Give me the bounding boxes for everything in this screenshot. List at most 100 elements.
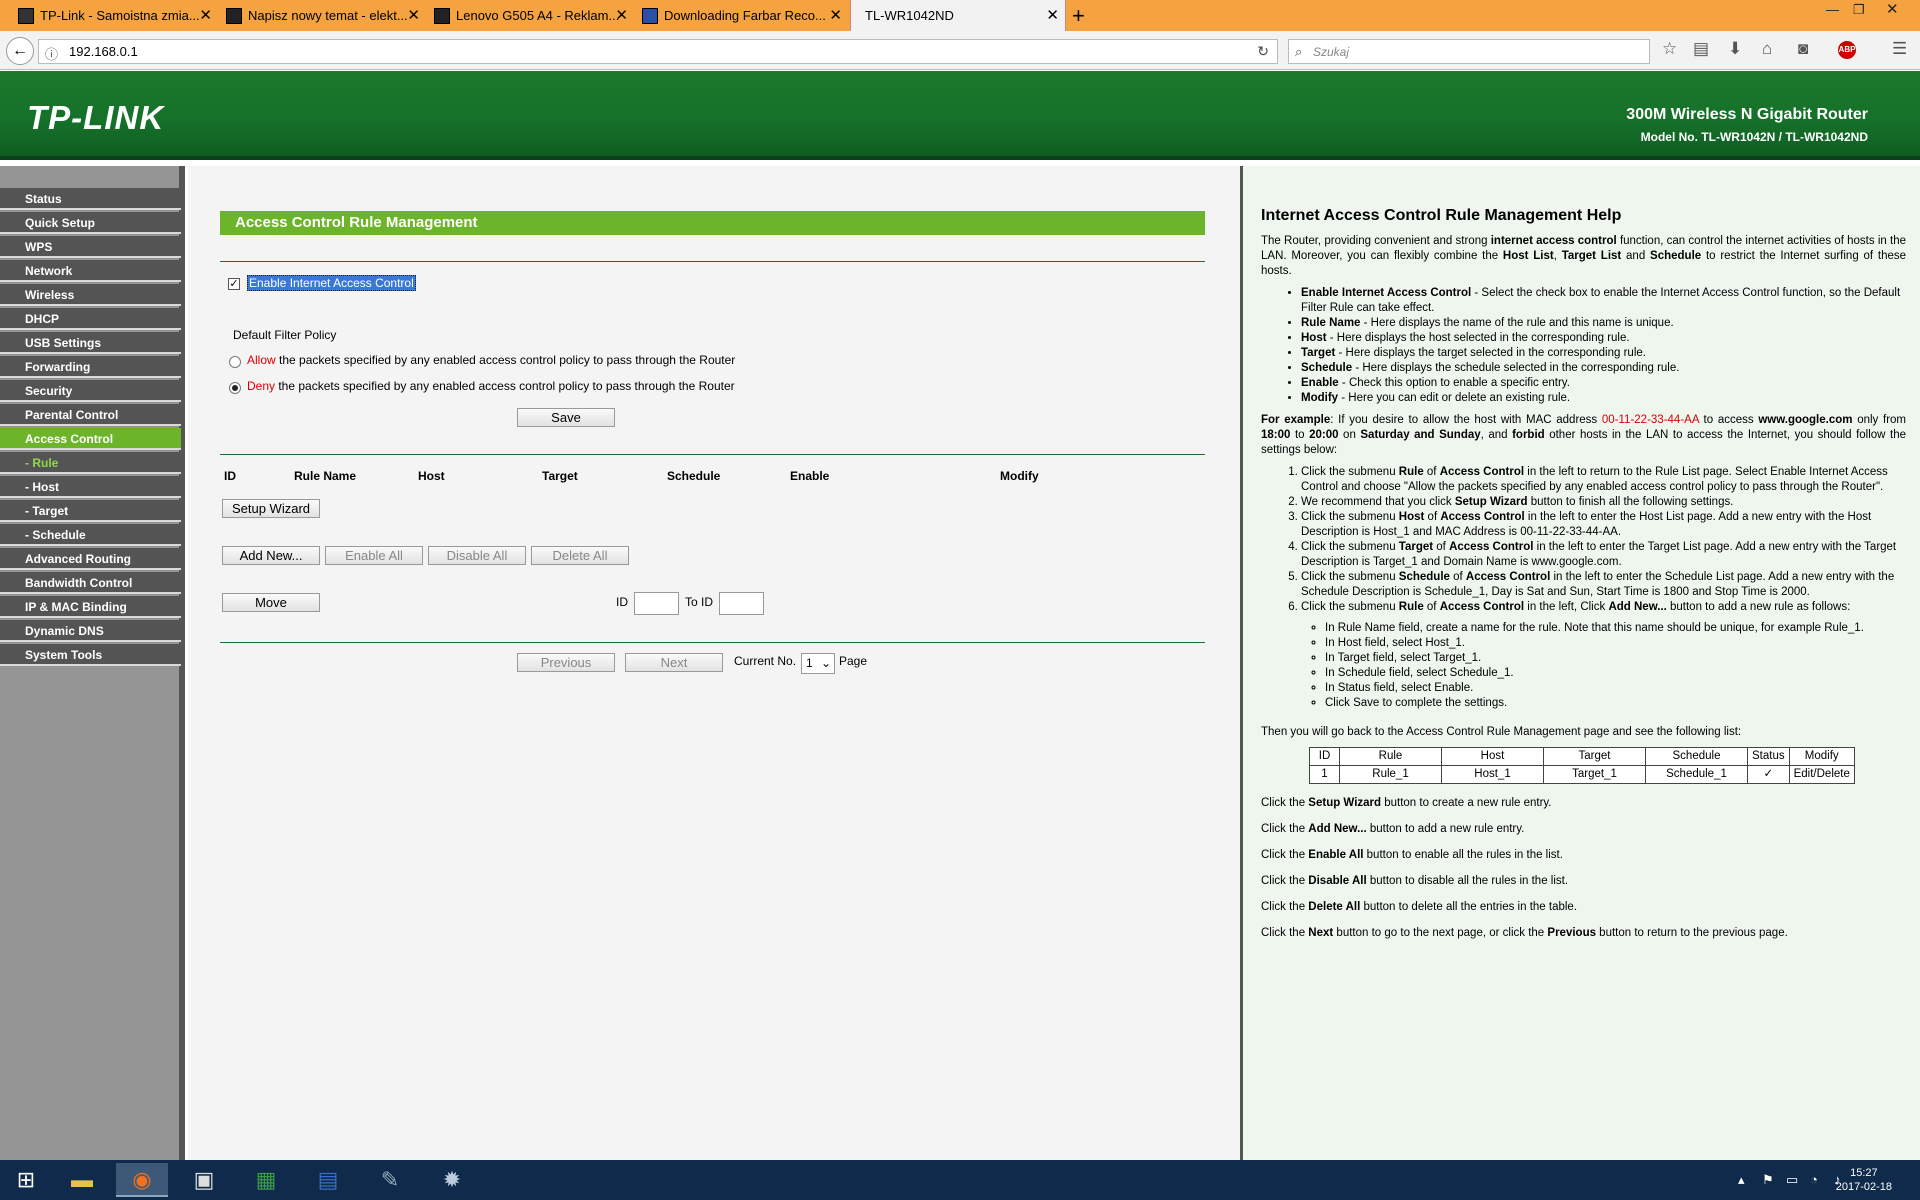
sidebar-item-dhcp[interactable]: DHCP <box>0 308 181 330</box>
pocket-icon[interactable]: ◙ <box>1798 39 1808 59</box>
url-bar[interactable]: ⓘ 192.168.0.1 ↻ <box>38 39 1278 64</box>
disable-all-button[interactable]: Disable All <box>428 546 526 565</box>
adblock-icon[interactable]: ABP <box>1838 41 1856 59</box>
enable-all-button[interactable]: Enable All <box>325 546 423 565</box>
minimize-icon[interactable]: — <box>1826 0 1839 20</box>
save-button[interactable]: Save <box>517 408 615 427</box>
url-text[interactable]: 192.168.0.1 <box>69 44 138 59</box>
enable-access-control-checkbox[interactable]: ✓ <box>228 278 240 290</box>
taskbar-clock[interactable]: 15:27 2017-02-18 <box>1836 1166 1892 1194</box>
move-id-input[interactable] <box>634 592 679 615</box>
add-new-button[interactable]: Add New... <box>222 546 320 565</box>
paint-icon[interactable]: ✎ <box>364 1163 416 1197</box>
sidebar-subitem-schedule[interactable]: - Schedule <box>0 524 181 546</box>
help-steps: Click the submenu Rule of Access Control… <box>1301 465 1906 711</box>
bug-tool-icon[interactable]: ✹ <box>426 1163 478 1197</box>
deny-text: the packets specified by any enabled acc… <box>275 379 735 393</box>
back-button[interactable]: ← <box>6 37 34 65</box>
sidebar-item-forwarding[interactable]: Forwarding <box>0 356 181 378</box>
table-header: Modify <box>1788 747 1855 766</box>
sidebar-subitem-target[interactable]: - Target <box>0 500 181 522</box>
info-icon[interactable]: ⓘ <box>45 44 58 63</box>
table-cell: Rule_1 <box>1339 765 1442 784</box>
wifi-icon[interactable]: ◔ <box>1810 1172 1818 1187</box>
next-button[interactable]: Next <box>625 653 723 672</box>
menu-icon[interactable]: ☰ <box>1892 39 1907 59</box>
close-window-icon[interactable]: ✕ <box>1886 0 1899 20</box>
new-tab-button[interactable]: + <box>1072 0 1085 31</box>
sidebar-item-system-tools[interactable]: System Tools <box>0 644 181 666</box>
list-item: Enable Internet Access Control - Select … <box>1301 286 1906 316</box>
start-windows-icon[interactable]: ⊞ <box>0 1163 52 1197</box>
table-header: Host <box>1441 747 1544 766</box>
setup-wizard-button[interactable]: Setup Wizard <box>222 499 320 518</box>
reading-list-icon[interactable]: ▤ <box>1693 39 1709 59</box>
browser-tab[interactable]: Downloading Farbar Reco... ✕ <box>634 0 848 31</box>
table-header: Status <box>1747 747 1790 766</box>
col-target: Target <box>542 469 578 483</box>
search-input[interactable]: ⌕ Szukaj <box>1288 39 1650 64</box>
browser-tab[interactable]: Lenovo G505 A4 - Reklam... ✕ <box>426 0 634 31</box>
id-label: ID <box>616 595 628 609</box>
help-line: Click the Delete All button to delete al… <box>1261 901 1578 913</box>
table-header-row: ID Rule Host Target Schedule Status Modi… <box>1309 747 1855 766</box>
firefox-icon[interactable]: ◉ <box>116 1163 168 1197</box>
close-tab-icon[interactable]: ✕ <box>199 0 212 31</box>
close-tab-icon[interactable]: ✕ <box>1046 0 1059 31</box>
page-select[interactable]: 1 ⌄ <box>801 653 835 674</box>
list-item: Click Save to complete the settings. <box>1325 696 1906 711</box>
move-button[interactable]: Move <box>222 593 320 612</box>
tplink-logo: TP-LINK <box>27 99 165 136</box>
tab-title: Downloading Farbar Reco... <box>664 8 826 23</box>
image-viewer-icon[interactable]: ▣ <box>178 1163 230 1197</box>
file-explorer-icon[interactable]: ▬ <box>56 1163 108 1197</box>
router-sidebar: Status Quick Setup WPS Network Wireless … <box>0 166 185 1160</box>
word-icon[interactable]: ▤ <box>302 1163 354 1197</box>
close-tab-icon[interactable]: ✕ <box>829 0 842 31</box>
sidebar-item-security[interactable]: Security <box>0 380 181 402</box>
sidebar-item-parental-control[interactable]: Parental Control <box>0 404 181 426</box>
sidebar-item-access-control[interactable]: Access Control <box>0 428 181 450</box>
sidebar-item-wireless[interactable]: Wireless <box>0 284 181 306</box>
download-icon[interactable]: ⬇ <box>1728 39 1742 59</box>
sidebar-item-network[interactable]: Network <box>0 260 181 282</box>
sidebar-item-status[interactable]: Status <box>0 188 181 210</box>
move-to-id-input[interactable] <box>719 592 764 615</box>
excel-icon[interactable]: ▦ <box>240 1163 292 1197</box>
search-icon: ⌕ <box>1295 44 1303 59</box>
action-center-icon[interactable]: ⚑ <box>1762 1172 1774 1188</box>
sidebar-item-ip-mac-binding[interactable]: IP & MAC Binding <box>0 596 181 618</box>
search-placeholder: Szukaj <box>1313 45 1350 59</box>
sidebar-item-wps[interactable]: WPS <box>0 236 181 258</box>
reload-icon[interactable]: ↻ <box>1257 43 1269 60</box>
previous-button[interactable]: Previous <box>517 653 615 672</box>
bookmark-star-icon[interactable]: ☆ <box>1662 39 1677 59</box>
list-item: Click the submenu Rule of Access Control… <box>1301 600 1906 711</box>
sidebar-item-dynamic-dns[interactable]: Dynamic DNS <box>0 620 181 642</box>
elektroda-favicon-icon <box>226 8 242 24</box>
browser-tab[interactable]: Napisz nowy temat - elekt... ✕ <box>218 0 426 31</box>
col-schedule: Schedule <box>667 469 721 483</box>
sidebar-item-advanced-routing[interactable]: Advanced Routing <box>0 548 181 570</box>
battery-icon[interactable]: ▭ <box>1786 1172 1798 1188</box>
close-tab-icon[interactable]: ✕ <box>615 0 628 31</box>
router-header: TP-LINK 300M Wireless N Gigabit Router M… <box>0 71 1920 160</box>
browser-tab-active[interactable]: TL-WR1042ND ✕ <box>850 0 1066 31</box>
close-tab-icon[interactable]: ✕ <box>407 0 420 31</box>
list-item: In Target field, select Target_1. <box>1325 651 1906 666</box>
delete-all-button[interactable]: Delete All <box>531 546 629 565</box>
sidebar-item-usb-settings[interactable]: USB Settings <box>0 332 181 354</box>
list-item: Target - Here displays the target select… <box>1301 346 1906 361</box>
browser-tab[interactable]: TP-Link - Samoistna zmia... ✕ <box>10 0 218 31</box>
sidebar-item-quick-setup[interactable]: Quick Setup <box>0 212 181 234</box>
home-icon[interactable]: ⌂ <box>1762 39 1772 59</box>
table-row: 1 Rule_1 Host_1 Target_1 Schedule_1 ✓ Ed… <box>1309 765 1855 784</box>
enable-access-control-label[interactable]: Enable Internet Access Control <box>247 275 416 291</box>
restore-icon[interactable]: ❐ <box>1853 0 1865 20</box>
sidebar-item-bandwidth-control[interactable]: Bandwidth Control <box>0 572 181 594</box>
sidebar-subitem-rule[interactable]: - Rule <box>0 452 181 474</box>
sidebar-subitem-host[interactable]: - Host <box>0 476 181 498</box>
allow-policy-radio[interactable] <box>229 356 241 368</box>
deny-policy-radio[interactable] <box>229 382 241 394</box>
tray-expand-icon[interactable]: ▴ <box>1738 1172 1745 1188</box>
